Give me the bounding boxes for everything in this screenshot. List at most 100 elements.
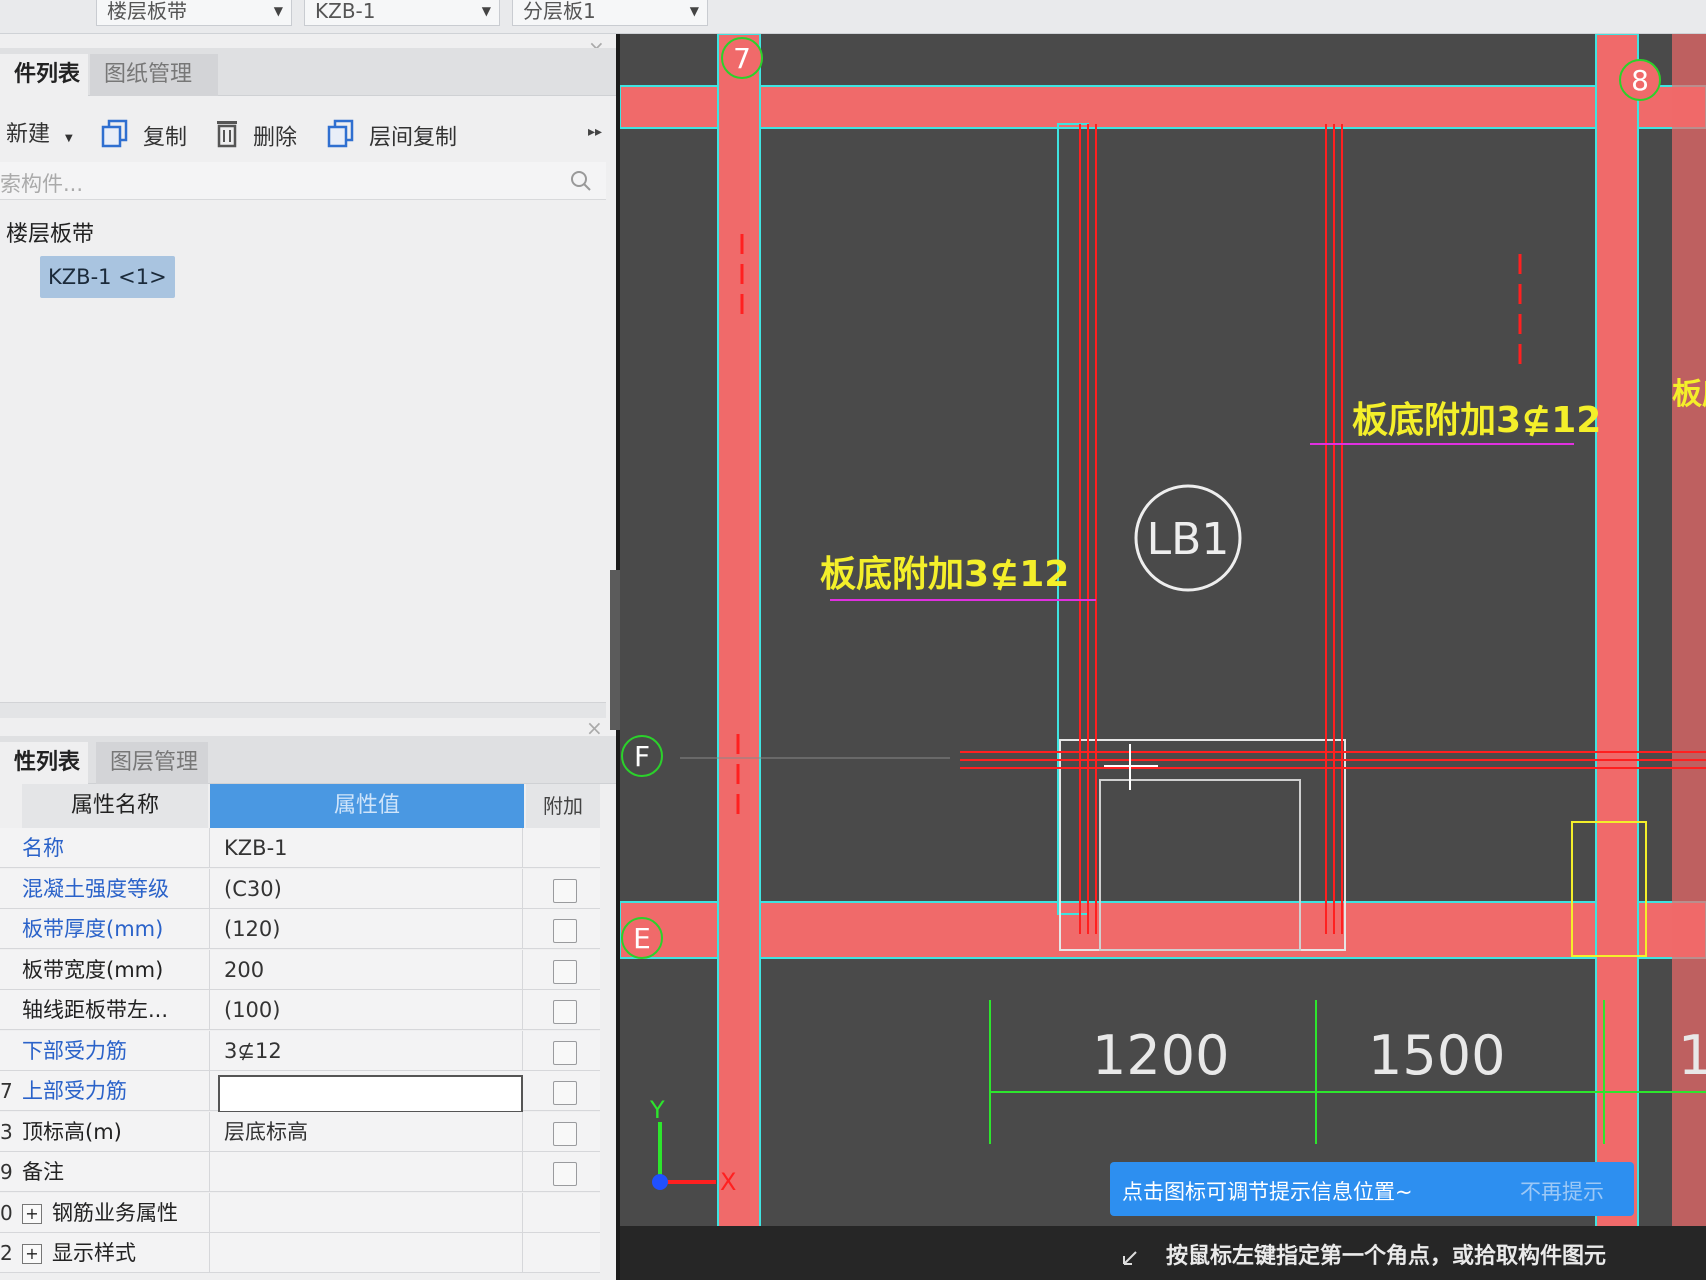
search-icon[interactable] xyxy=(570,170,592,196)
property-row[interactable]: 混凝土强度等级 (C30) xyxy=(0,868,600,909)
panel-collapse-handle[interactable] xyxy=(610,570,620,730)
property-row[interactable]: 板带厚度(mm) (120) xyxy=(0,909,600,949)
row-number xyxy=(0,990,14,1030)
dimension-label: 15 xyxy=(1678,1024,1706,1087)
extra-checkbox[interactable] xyxy=(553,1162,577,1186)
property-row[interactable]: 0 + 钢筋业务属性 xyxy=(0,1192,600,1233)
property-name: 板带宽度(mm) xyxy=(22,949,210,990)
cad-drawing[interactable]: 78FE7LB1板底附加3⊈12板底附加3⊈12板底1200150015XY xyxy=(620,34,1706,1280)
property-name: 名称 xyxy=(22,828,210,868)
copy-icon xyxy=(100,118,130,159)
property-row[interactable]: 7 上部受力筋 xyxy=(0,1071,600,1113)
search-placeholder: 索构件... xyxy=(0,172,84,196)
row-number: 7 xyxy=(0,1079,13,1103)
tab-component-list[interactable]: 件列表 xyxy=(0,54,88,96)
property-row[interactable]: 下部受力筋 3⊈12 xyxy=(0,1030,600,1071)
property-row[interactable]: 9 备注 xyxy=(0,1152,600,1192)
row-number xyxy=(0,950,14,990)
property-name: 上部受力筋 xyxy=(22,1071,210,1111)
new-button[interactable]: 新建 ▼ xyxy=(6,118,73,152)
extra-checkbox[interactable] xyxy=(553,1121,577,1146)
expand-plus-icon[interactable]: + xyxy=(22,1244,42,1264)
property-value[interactable]: KZB-1 xyxy=(218,828,523,868)
floor-copy-button[interactable]: 层间复制 xyxy=(326,118,457,152)
floor-type-value: 楼层板带 xyxy=(107,0,187,23)
property-name: 板带厚度(mm) xyxy=(22,909,210,949)
tab-layer-manager[interactable]: 图层管理 xyxy=(96,742,208,784)
property-value[interactable]: 层底标高 xyxy=(218,1111,523,1152)
property-value[interactable] xyxy=(218,1152,523,1192)
row-number xyxy=(0,869,14,909)
cad-canvas[interactable]: 78FE7LB1板底附加3⊈12板底附加3⊈12板底1200150015XY xyxy=(620,34,1706,1280)
extra-checkbox[interactable] xyxy=(553,1081,577,1105)
component-dropdown[interactable]: KZB-1 ▼ xyxy=(304,0,500,26)
property-value[interactable] xyxy=(218,1233,523,1273)
property-row[interactable]: 板带宽度(mm) 200 xyxy=(0,949,600,990)
row-number: 0 xyxy=(0,1200,13,1225)
beam-axis-7 xyxy=(717,34,761,1280)
delete-label: 删除 xyxy=(253,125,298,151)
chevron-down-icon: ▼ xyxy=(481,4,491,18)
beam-right-edge xyxy=(1672,34,1706,1280)
row-number xyxy=(0,1031,14,1071)
delete-button[interactable]: 删除 xyxy=(214,118,297,152)
layer-dropdown[interactable]: 分层板1 ▼ xyxy=(512,0,708,26)
dont-show-again-link[interactable]: 不再提示 xyxy=(1520,1176,1604,1206)
tree-root-floor-strip[interactable]: 楼层板带 xyxy=(6,216,94,248)
property-name: 顶标高(m) xyxy=(22,1111,210,1152)
property-name-text: 轴线距板带左... xyxy=(22,998,169,1022)
rebar-annotation: 板底附加3⊈12 xyxy=(1352,400,1601,441)
prop-header-extra: 附加 xyxy=(526,784,600,828)
floor-type-dropdown[interactable]: 楼层板带 ▼ xyxy=(96,0,292,26)
hint-banner: 点击图标可调节提示信息位置~ 不再提示 xyxy=(1110,1162,1634,1216)
extra-checkbox[interactable] xyxy=(553,878,577,903)
property-row[interactable]: 轴线距板带左... (100) xyxy=(0,990,600,1030)
property-value[interactable]: (100) xyxy=(218,990,523,1030)
property-tabs: 性列表 图层管理 xyxy=(0,736,616,784)
expand-plus-icon[interactable]: + xyxy=(22,1203,42,1224)
property-value[interactable]: (C30) xyxy=(218,868,523,909)
property-name-text: 板带宽度(mm) xyxy=(22,957,164,982)
chevron-down-icon: ▼ xyxy=(65,133,73,144)
property-value[interactable]: 200 xyxy=(218,949,523,990)
slab-label: LB1 xyxy=(1147,514,1230,565)
panel-divider[interactable] xyxy=(0,702,606,718)
row-number xyxy=(0,828,14,868)
new-label: 新建 xyxy=(6,122,51,147)
property-value[interactable]: (120) xyxy=(218,909,523,949)
copy-label: 复制 xyxy=(143,125,188,151)
more-icon[interactable]: ▸▸ xyxy=(588,124,602,140)
property-value[interactable] xyxy=(218,1192,523,1233)
floor-copy-icon xyxy=(326,118,356,159)
layer-value: 分层板1 xyxy=(523,0,596,23)
copy-button[interactable]: 复制 xyxy=(100,118,187,152)
property-value[interactable]: 3⊈12 xyxy=(218,1030,523,1071)
hint-text: 点击图标可调节提示信息位置~ xyxy=(1122,1180,1413,1204)
extra-checkbox[interactable] xyxy=(553,1040,577,1065)
property-name: 备注 xyxy=(22,1152,210,1192)
component-search-field[interactable]: 索构件... xyxy=(0,162,606,200)
strip-band-left xyxy=(1057,123,1089,915)
property-value-input[interactable] xyxy=(218,1075,523,1113)
app-window: 楼层板带 ▼ KZB-1 ▼ 分层板1 ▼ × 件列表 图纸管理 新建 ▼ xyxy=(0,0,1706,1280)
property-row[interactable]: 20 + 显示样式 xyxy=(0,1233,600,1273)
property-row[interactable]: 名称 KZB-1 xyxy=(0,828,600,868)
property-name-text: 钢筋业务属性 xyxy=(52,1200,178,1225)
extra-checkbox[interactable] xyxy=(553,919,577,943)
extra-checkbox[interactable] xyxy=(553,959,577,984)
rebar-annotation: 板底 xyxy=(1672,377,1706,412)
axis-label: F xyxy=(634,740,650,773)
component-toolbar: 新建 ▼ 复制 删除 层间复制 ▸▸ xyxy=(0,104,616,164)
beam-top xyxy=(620,85,1706,129)
axis-label: E xyxy=(633,922,651,955)
row-number xyxy=(0,909,14,949)
dimension-label: 1200 xyxy=(1092,1024,1229,1087)
tree-item-kzb-1[interactable]: KZB-1 <1> xyxy=(40,256,175,298)
tab-property-list[interactable]: 性列表 xyxy=(0,742,88,784)
property-name-text: 下部受力筋 xyxy=(22,1038,127,1063)
property-name: 轴线距板带左... xyxy=(22,990,210,1030)
extra-checkbox[interactable] xyxy=(553,1000,577,1024)
axis-label: 8 xyxy=(1631,64,1649,97)
tab-drawing-manager[interactable]: 图纸管理 xyxy=(90,54,218,96)
property-row[interactable]: 3 顶标高(m) 层底标高 xyxy=(0,1111,600,1152)
